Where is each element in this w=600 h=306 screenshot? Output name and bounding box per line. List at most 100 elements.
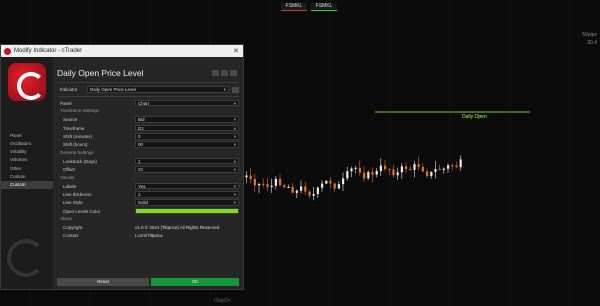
indicator-select[interactable]: Daily Open Price Level ▾ bbox=[87, 86, 229, 93]
section-timeframe-settings: Timeframe Settings bbox=[60, 108, 99, 114]
right-axis-tag-1: 50pips bbox=[582, 32, 597, 38]
panel-select[interactable]: Chart ▾ bbox=[135, 99, 239, 107]
daily-open-label: Daily Open bbox=[462, 114, 487, 120]
labels-value: Yes bbox=[138, 183, 146, 189]
stepper-icon[interactable]: ▾ bbox=[234, 159, 236, 164]
dialog-titlebar[interactable]: Modify Indicator - cTrader ✕ bbox=[1, 45, 243, 57]
ok-button[interactable]: OK bbox=[151, 278, 239, 286]
sidebar-item-custom-active[interactable]: Custom bbox=[1, 180, 53, 190]
candle-body bbox=[287, 186, 290, 188]
stepper-icon[interactable]: ▾ bbox=[234, 167, 236, 172]
candle-body bbox=[409, 168, 412, 170]
top-badge-2: FSMKL bbox=[311, 3, 337, 11]
offset-value: 22 bbox=[138, 167, 144, 173]
shift-minutes-input[interactable]: 0 ▾ bbox=[135, 133, 239, 140]
timeframe-select[interactable]: D1 ▾ bbox=[135, 124, 239, 132]
candle-body bbox=[392, 169, 395, 176]
candle-body bbox=[291, 186, 294, 193]
candle-body bbox=[308, 191, 311, 196]
indicator-label: Indicator bbox=[60, 87, 78, 92]
candle-body bbox=[249, 175, 252, 179]
candle-body bbox=[295, 190, 298, 193]
right-axis-tag-2: 30.4 bbox=[587, 40, 597, 46]
divider bbox=[57, 82, 239, 83]
offset-label: Offset bbox=[63, 167, 75, 173]
candle-body bbox=[342, 178, 345, 185]
shift-hours-label: Shift (hours) bbox=[63, 142, 88, 148]
x-axis-label: ITalyDn bbox=[214, 298, 231, 304]
reset-button[interactable]: Reset bbox=[57, 278, 149, 286]
chevron-down-icon: ▾ bbox=[233, 125, 236, 131]
copyright-label: Copyright bbox=[63, 225, 83, 231]
candle-body bbox=[333, 183, 336, 189]
timeframe-value: D1 bbox=[138, 125, 144, 131]
candle-body bbox=[375, 170, 378, 175]
source-select[interactable]: Bid ▾ bbox=[135, 116, 239, 123]
stepper-icon[interactable]: ▾ bbox=[234, 142, 236, 147]
candle-body bbox=[350, 168, 353, 172]
candle-body bbox=[358, 167, 361, 173]
candle-body bbox=[413, 164, 416, 170]
delete-icon[interactable] bbox=[230, 70, 237, 76]
ctrader-app-icon bbox=[4, 47, 11, 55]
sidebar-item-volumes[interactable]: Volumes bbox=[1, 156, 53, 164]
candle-body bbox=[245, 175, 248, 178]
sidebar-item-oscillators[interactable]: Oscillators bbox=[1, 139, 53, 147]
candle-body bbox=[304, 186, 307, 192]
open-levels-color-swatch[interactable] bbox=[135, 207, 239, 215]
close-icon[interactable]: ✕ bbox=[229, 47, 243, 55]
sidebar-item-volatility[interactable]: Volatility bbox=[1, 148, 53, 156]
offset-input[interactable]: 22 ▾ bbox=[135, 166, 239, 173]
candle-body bbox=[312, 193, 315, 196]
candle-body bbox=[438, 168, 441, 170]
candle-body bbox=[430, 171, 433, 177]
chevron-down-icon: ▾ bbox=[233, 117, 236, 123]
candle-body bbox=[279, 178, 282, 186]
candle-body bbox=[426, 171, 429, 177]
top-badge-1: FSMKL bbox=[281, 3, 307, 11]
candle-body bbox=[442, 168, 445, 170]
line-style-select[interactable]: Solid ▾ bbox=[135, 199, 239, 206]
sidebar-item-other[interactable]: Other bbox=[1, 164, 53, 172]
sidebar-item-panel[interactable]: Panel bbox=[1, 131, 53, 139]
candle-body bbox=[274, 178, 277, 186]
candle-body bbox=[451, 165, 454, 167]
sidebar-item-custom[interactable]: Custom bbox=[1, 172, 53, 180]
panel-label: Panel bbox=[60, 100, 72, 106]
stepper-icon[interactable]: ▾ bbox=[234, 134, 236, 139]
candle-body bbox=[363, 172, 366, 179]
candle-body bbox=[321, 183, 324, 188]
candle-body bbox=[405, 166, 408, 169]
lookback-input[interactable]: 1 ▾ bbox=[135, 157, 239, 165]
candle-body bbox=[270, 185, 273, 188]
ctrader-watermark-icon bbox=[7, 239, 45, 277]
candle-body bbox=[354, 167, 357, 169]
load-template-icon[interactable] bbox=[221, 70, 228, 76]
indicator-sidebar: Panel Oscillators Volatility Volumes Oth… bbox=[1, 57, 53, 289]
line-thickness-label: Line thickness bbox=[63, 191, 92, 197]
open-levels-color-label: Open Levels Color bbox=[63, 208, 101, 214]
chevron-down-icon: ▾ bbox=[233, 200, 236, 206]
shift-hours-input[interactable]: 00 ▾ bbox=[135, 141, 239, 148]
candle-body bbox=[371, 172, 374, 175]
candle-body bbox=[262, 183, 265, 185]
chevron-down-icon: ▾ bbox=[233, 192, 236, 198]
candle-body bbox=[434, 168, 437, 172]
section-about: About bbox=[60, 216, 72, 222]
lookback-label: Lookback (Days) bbox=[63, 158, 97, 164]
indicator-help-icon[interactable] bbox=[232, 86, 239, 93]
source-label: Source bbox=[63, 117, 78, 123]
save-template-icon[interactable] bbox=[212, 70, 219, 76]
candle-body bbox=[367, 172, 370, 179]
contact-value[interactable]: t.com/Tiltprice bbox=[135, 233, 239, 238]
candle-body bbox=[325, 180, 328, 184]
candle-body bbox=[388, 168, 391, 170]
dialog-window-title: Modify Indicator - cTrader bbox=[14, 48, 83, 54]
labels-select[interactable]: Yes ▾ bbox=[135, 182, 239, 190]
candle-body bbox=[417, 164, 420, 167]
shift-minutes-label: Shift (minutes) bbox=[63, 133, 93, 139]
candle-body bbox=[300, 186, 303, 191]
line-thickness-select[interactable]: 1 ▾ bbox=[135, 191, 239, 198]
chevron-down-icon: ▾ bbox=[233, 100, 236, 106]
candle-body bbox=[337, 184, 340, 189]
